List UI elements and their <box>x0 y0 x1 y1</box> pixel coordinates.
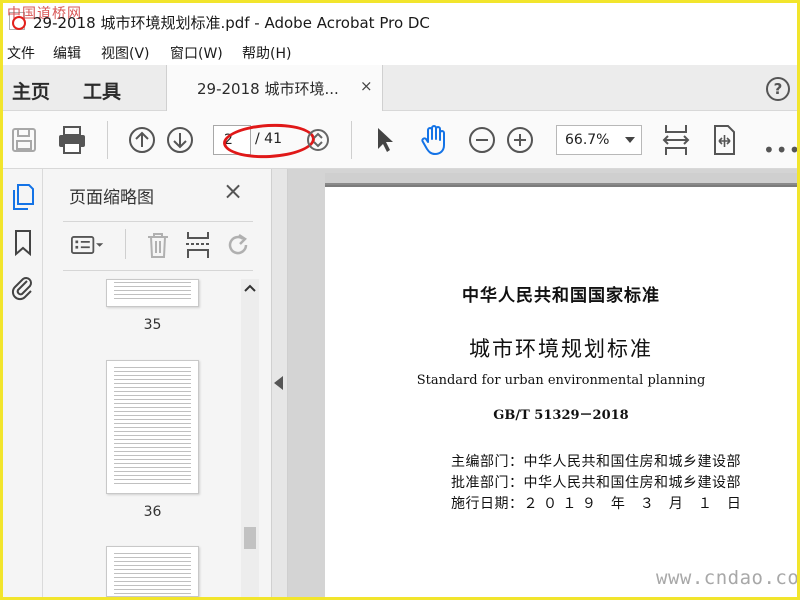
trash-icon <box>148 233 168 258</box>
menu-edit[interactable]: 编辑 <box>53 43 81 63</box>
close-tab-icon[interactable]: × <box>360 77 373 95</box>
delete-page-button[interactable] <box>141 229 175 261</box>
window-title: 29-2018 城市环境规划标准.pdf - Adobe Acrobat Pro… <box>33 14 430 32</box>
zoom-level-value: 66.7% <box>565 132 610 148</box>
effective-date: 施行日期：２ ０ １ ９ 年 ３ 月 １ 日 <box>451 496 742 512</box>
tab-bar: 主页 工具 29-2018 城市环境... × ? <box>3 65 797 111</box>
arrow-up-circle-icon <box>129 127 155 153</box>
chevron-left-icon <box>274 376 283 390</box>
document-tab-label: 29-2018 城市环境... <box>197 80 339 98</box>
rotate-view-button[interactable] <box>707 123 741 157</box>
panel-title: 页面缩略图 <box>69 188 154 208</box>
insert-page-button[interactable] <box>181 229 215 261</box>
approval-dept: 批准部门：中华人民共和国住房和城乡建设部 <box>451 475 741 491</box>
document-title-english: Standard for urban environmental plannin… <box>416 373 706 388</box>
page-thumbnails-icon <box>13 184 34 210</box>
navigation-rail <box>3 169 43 597</box>
chevron-up-icon[interactable] <box>244 283 256 293</box>
bookmarks-button[interactable] <box>9 228 37 258</box>
close-panel-icon[interactable]: × <box>223 177 243 205</box>
thumbnail-text-lines <box>114 282 191 300</box>
previous-page-edge <box>325 173 797 185</box>
menu-view[interactable]: 视图(V) <box>101 43 150 63</box>
hand-tool-button[interactable] <box>417 123 451 157</box>
menu-file[interactable]: 文件 <box>7 43 35 63</box>
chevron-updown-icon <box>307 129 329 151</box>
thumbnails-panel: 页面缩略图 × 35 36 <box>43 169 272 597</box>
zoom-level-select[interactable]: 66.7% <box>556 125 642 155</box>
cursor-arrow-icon <box>378 128 393 152</box>
hand-icon <box>421 125 445 155</box>
print-button[interactable] <box>55 123 89 157</box>
title-bar: 中国道桥网 29-2018 城市环境规划标准.pdf - Adobe Acrob… <box>3 3 797 39</box>
thumbnail-text-lines <box>114 367 191 487</box>
menu-bar: 文件 编辑 视图(V) 窗口(W) 帮助(H) <box>3 39 797 65</box>
bookmark-icon <box>15 230 31 257</box>
pdf-page: 中华人民共和国国家标准 城市环境规划标准 Standard for urban … <box>325 173 797 597</box>
chief-editor-dept: 主编部门：中华人民共和国住房和城乡建设部 <box>451 454 741 470</box>
menu-help[interactable]: 帮助(H) <box>242 43 291 63</box>
document-title: 城市环境规划标准 <box>469 337 653 361</box>
rotate-page-button[interactable] <box>221 229 255 261</box>
more-tools-button[interactable]: ••• <box>763 138 800 162</box>
page-thumbnail[interactable] <box>106 546 199 597</box>
next-page-button[interactable] <box>163 123 197 157</box>
insert-page-icon <box>186 232 210 258</box>
tab-document[interactable]: 29-2018 城市环境... × <box>166 65 383 111</box>
help-icon[interactable]: ? <box>766 77 790 101</box>
standard-number: GB/T 51329－2018 <box>493 408 629 423</box>
page-arrows-icon <box>714 125 735 155</box>
zoom-out-button[interactable] <box>465 123 499 157</box>
toolbar-separator <box>351 121 352 159</box>
panel-divider <box>63 221 253 222</box>
document-header: 中华人民共和国国家标准 <box>462 286 660 306</box>
panel-separator <box>125 229 126 259</box>
document-viewport[interactable]: 中华人民共和国国家标准 城市环境规划标准 Standard for urban … <box>288 169 797 597</box>
tab-home[interactable]: 主页 <box>12 77 50 104</box>
paperclip-icon <box>11 277 32 301</box>
thumbnail-scrollbar[interactable] <box>241 279 259 597</box>
toolbar-separator <box>107 121 108 159</box>
printer-icon <box>59 126 85 154</box>
collapse-panel-handle[interactable] <box>272 169 288 597</box>
save-icon <box>12 128 36 152</box>
scrollbar-thumb[interactable] <box>244 527 256 549</box>
main-toolbar: 2 / 41 66.7% ••• <box>3 111 800 169</box>
thumbnail-options-button[interactable] <box>71 229 105 261</box>
page-thumbnail[interactable] <box>106 279 199 307</box>
arrow-down-circle-icon <box>167 127 193 153</box>
thumbnail-text-lines <box>114 553 191 596</box>
page-stepper-button[interactable] <box>301 123 335 157</box>
thumbnail-page-number: 36 <box>143 504 162 520</box>
save-button[interactable] <box>7 123 41 157</box>
page-thumbnail[interactable] <box>106 360 199 494</box>
plus-circle-icon <box>507 127 533 153</box>
tab-tools[interactable]: 工具 <box>83 77 121 104</box>
rotate-icon <box>228 233 248 255</box>
thumbnail-page-number: 35 <box>143 317 162 333</box>
fit-page-button[interactable] <box>659 123 693 157</box>
chevron-down-icon <box>625 137 635 143</box>
fit-width-icon <box>662 125 690 155</box>
zoom-in-button[interactable] <box>503 123 537 157</box>
options-list-icon <box>71 236 104 254</box>
panel-divider <box>63 270 253 271</box>
attachments-button[interactable] <box>9 272 37 302</box>
minus-circle-icon <box>469 127 495 153</box>
menu-window[interactable]: 窗口(W) <box>170 43 223 63</box>
page-thumbnails-button[interactable] <box>9 182 37 212</box>
previous-page-button[interactable] <box>125 123 159 157</box>
select-tool-button[interactable] <box>368 123 402 157</box>
site-watermark: www.cndao.com <box>656 567 800 589</box>
